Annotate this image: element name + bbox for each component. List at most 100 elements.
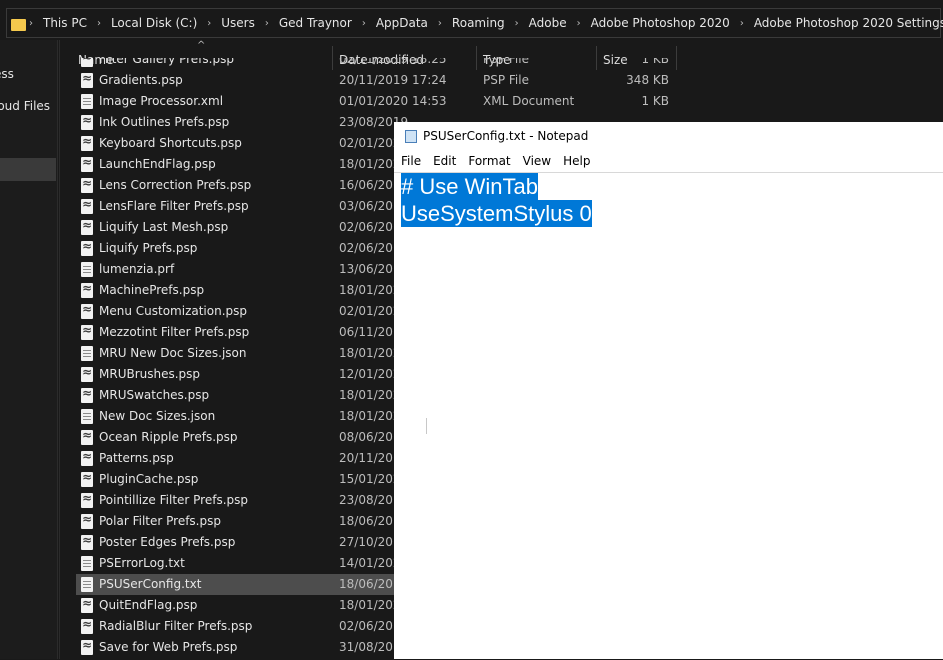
- breadcrumb-item[interactable]: Local Disk (C:): [111, 16, 197, 30]
- menu-edit[interactable]: Edit: [433, 152, 456, 172]
- text-file-icon: [81, 346, 93, 361]
- chevron-right-icon[interactable]: ›: [265, 18, 269, 29]
- breadcrumb-item[interactable]: Users: [221, 16, 255, 30]
- psp-file-icon: [81, 428, 93, 445]
- nav-item-cloud-files[interactable]: loud Files: [0, 99, 50, 113]
- psp-file-icon: [81, 596, 93, 613]
- file-type: PSP File: [483, 58, 529, 66]
- psp-file-icon: [81, 58, 93, 67]
- psp-file-icon: [81, 491, 93, 508]
- file-name: MRUSwatches.psp: [99, 388, 210, 402]
- text-file-icon: [81, 409, 93, 424]
- notepad-title: PSUSerConfig.txt - Notepad: [423, 129, 589, 143]
- psp-file-icon: [81, 512, 93, 529]
- file-name: RadialBlur Filter Prefs.psp: [99, 619, 253, 633]
- navigation-pane[interactable]: ess loud Files: [0, 40, 58, 659]
- notepad-title-bar[interactable]: PSUSerConfig.txt - Notepad: [394, 122, 943, 152]
- chevron-right-icon[interactable]: ›: [97, 18, 101, 29]
- notepad-menu-bar: File Edit Format View Help: [394, 152, 943, 172]
- psp-file-icon: [81, 239, 93, 256]
- file-name: New Doc Sizes.json: [99, 409, 216, 423]
- file-row[interactable]: Gradients.psp 20/11/2019 17:24 PSP File 348…: [76, 70, 676, 91]
- psp-file-icon: [81, 470, 93, 487]
- psp-file-icon: [81, 155, 93, 172]
- menu-file[interactable]: File: [401, 152, 421, 172]
- file-name: Mezzotint Filter Prefs.psp: [99, 325, 250, 339]
- file-name: Ocean Ripple Prefs.psp: [99, 430, 238, 444]
- column-divider[interactable]: [676, 46, 677, 70]
- notepad-line[interactable]: # Use WinTab: [401, 173, 538, 200]
- psp-file-icon: [81, 218, 93, 235]
- file-name: Keyboard Shortcuts.psp: [99, 136, 242, 150]
- text-file-icon: [81, 556, 93, 571]
- file-name: Lens Correction Prefs.psp: [99, 178, 252, 192]
- text-cursor-icon: [426, 418, 427, 434]
- notepad-text-area[interactable]: # Use WinTab UseSystemStylus 0: [394, 172, 943, 660]
- psp-file-icon: [81, 638, 93, 655]
- psp-file-icon: [81, 323, 93, 340]
- menu-help[interactable]: Help: [563, 152, 590, 172]
- nav-item-selected[interactable]: [0, 158, 56, 181]
- breadcrumb-item[interactable]: Ged Traynor: [279, 16, 352, 30]
- file-name: Liquify Last Mesh.psp: [99, 220, 229, 234]
- file-row[interactable]: PSUSerConfig.txt 18/06/2019: [76, 574, 408, 595]
- psp-file-icon: [81, 617, 93, 634]
- chevron-right-icon[interactable]: ›: [29, 18, 33, 29]
- menu-view[interactable]: View: [523, 152, 551, 172]
- file-size: 1 KB: [641, 94, 669, 108]
- file-name: PluginCache.psp: [99, 472, 199, 486]
- breadcrumb-item[interactable]: Adobe: [529, 16, 567, 30]
- breadcrumb-item[interactable]: This PC: [43, 16, 87, 30]
- file-name: PSErrorLog.txt: [99, 556, 185, 570]
- file-name: Ink Outlines Prefs.psp: [99, 115, 230, 129]
- file-name: MRU New Doc Sizes.json: [99, 346, 247, 360]
- file-name: Poster Edges Prefs.psp: [99, 535, 236, 549]
- chevron-right-icon[interactable]: ›: [362, 18, 366, 29]
- chevron-right-icon[interactable]: ›: [740, 18, 744, 29]
- text-file-icon: [81, 262, 93, 277]
- file-type: PSP File: [483, 73, 529, 87]
- file-name: Liquify Prefs.psp: [99, 241, 198, 255]
- breadcrumb-item[interactable]: Adobe Photoshop 2020: [591, 16, 730, 30]
- file-name: MachinePrefs.psp: [99, 283, 205, 297]
- chevron-right-icon[interactable]: ›: [577, 18, 581, 29]
- notepad-line[interactable]: UseSystemStylus 0: [401, 200, 592, 227]
- psp-file-icon: [81, 302, 93, 319]
- file-name: QuitEndFlag.psp: [99, 598, 198, 612]
- breadcrumb-item[interactable]: AppData: [376, 16, 428, 30]
- psp-file-icon: [81, 449, 93, 466]
- address-bar[interactable]: › This PC › Local Disk (C:) › Users › Ged Trayn…: [6, 8, 943, 38]
- menu-format[interactable]: Format: [468, 152, 510, 172]
- file-date: 01/01/2020 14:53: [339, 94, 447, 108]
- psp-file-icon: [81, 386, 93, 403]
- notepad-icon: [405, 130, 417, 143]
- chevron-right-icon[interactable]: ›: [515, 18, 519, 29]
- file-row[interactable]: Image Processor.xml 01/01/2020 14:53 XML D…: [76, 91, 676, 112]
- chevron-right-icon[interactable]: ›: [207, 18, 211, 29]
- file-name: Gradients.psp: [99, 73, 183, 87]
- file-name: Image Processor.xml: [99, 94, 224, 108]
- file-name: LensFlare Filter Prefs.psp: [99, 199, 249, 213]
- psp-file-icon: [81, 113, 93, 130]
- file-date: 02/11/2019 18:25: [339, 58, 447, 66]
- file-name: PSUSerConfig.txt: [99, 577, 202, 591]
- notepad-window[interactable]: PSUSerConfig.txt - Notepad File Edit Forma…: [394, 122, 943, 659]
- file-name: lumenzia.prf: [99, 262, 175, 276]
- breadcrumb-item[interactable]: Adobe Photoshop 2020 Settings: [754, 16, 943, 30]
- file-name: MRUBrushes.psp: [99, 367, 201, 381]
- psp-file-icon: [81, 281, 93, 298]
- file-name: Polar Filter Prefs.psp: [99, 514, 221, 528]
- breadcrumb-item[interactable]: Roaming: [452, 16, 505, 30]
- file-size: 348 KB: [626, 73, 669, 87]
- psp-file-icon: [81, 176, 93, 193]
- text-file-icon: [81, 94, 93, 109]
- chevron-right-icon[interactable]: ›: [438, 18, 442, 29]
- file-size: 1 KB: [641, 58, 669, 66]
- file-row[interactable]: Filter Gallery Prefs.psp 02/11/2019 18:25…: [76, 58, 676, 70]
- psp-file-icon: [81, 533, 93, 550]
- psp-file-icon: [81, 71, 93, 88]
- psp-file-icon: [81, 197, 93, 214]
- file-type: XML Document: [483, 94, 575, 108]
- nav-item-quick-access[interactable]: ess: [0, 67, 14, 81]
- file-date: 20/11/2019 17:24: [339, 73, 447, 87]
